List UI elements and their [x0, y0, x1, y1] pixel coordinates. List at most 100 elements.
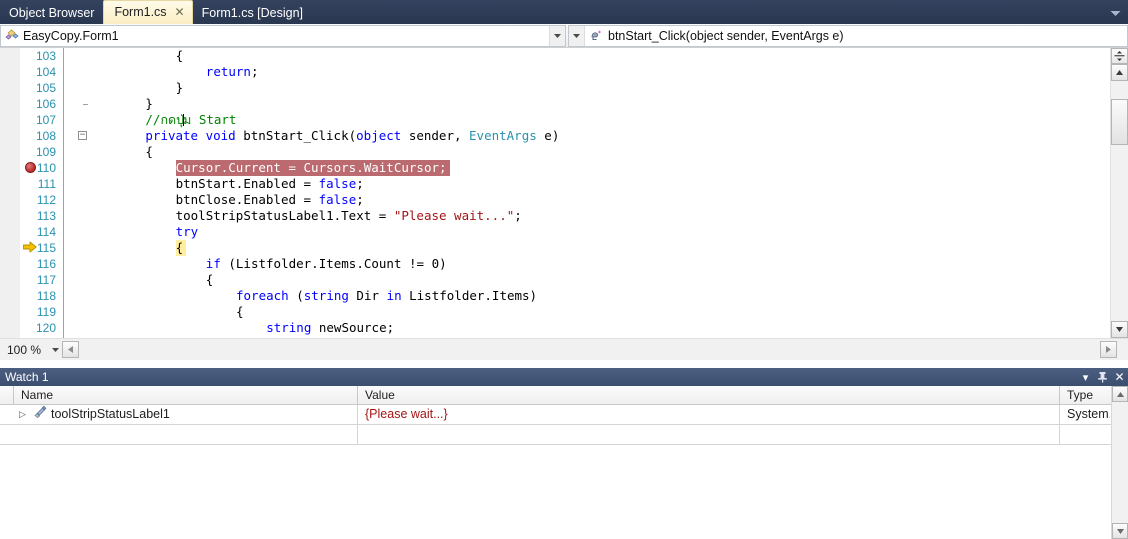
code-token: {: [206, 272, 214, 287]
watch-window-menu-icon[interactable]: ▾: [1077, 368, 1094, 386]
table-row[interactable]: ▷toolStripStatusLabel1{Please wait...}Sy…: [0, 405, 1128, 425]
watch-vertical-scrollbar[interactable]: [1111, 386, 1128, 539]
class-dropdown[interactable]: EasyCopy.Form1: [0, 25, 566, 47]
code-editor[interactable]: 103{104return;105}106}107//กดปุ่ม Start1…: [0, 48, 1128, 338]
member-dropdown-arrow-icon[interactable]: [569, 26, 585, 46]
pin-icon[interactable]: [1094, 368, 1111, 386]
table-row[interactable]: [0, 425, 1128, 445]
code-token: newSource;: [311, 320, 394, 335]
editor-indicator-margin[interactable]: [0, 48, 20, 338]
scroll-down-button[interactable]: [1111, 321, 1128, 338]
watch-row-gutter: [0, 425, 14, 444]
watch-cell-name[interactable]: [14, 425, 358, 444]
watch-cell-type: System.\: [1060, 405, 1110, 424]
code-line[interactable]: 120string newSource;: [20, 320, 1110, 336]
code-line[interactable]: 119{: [20, 304, 1110, 320]
code-token: string: [266, 320, 311, 335]
code-text: {: [176, 240, 184, 256]
tab-form1-cs-design[interactable]: Form1.cs [Design]: [193, 2, 312, 24]
code-line[interactable]: 108−private void btnStart_Click(object s…: [20, 128, 1110, 144]
class-dropdown-value-wrap: EasyCopy.Form1: [1, 28, 549, 45]
editor-vertical-scrollbar[interactable]: [1110, 48, 1128, 338]
zoom-dropdown-arrow-icon[interactable]: [48, 348, 62, 352]
close-icon[interactable]: ✕: [1111, 368, 1128, 386]
code-line[interactable]: 118 foreach (string Dir in Listfolder.Ite…: [20, 288, 1110, 304]
code-token: object: [356, 128, 401, 143]
code-text: private void btnStart_Click(object sende…: [145, 128, 559, 144]
code-line[interactable]: 109{: [20, 144, 1110, 160]
close-icon[interactable]: ✕: [173, 1, 185, 24]
member-dropdown-value-wrap: btnStart_Click(object sender, EventArgs …: [585, 28, 1127, 45]
code-token: }: [176, 80, 184, 95]
code-text: //กดปุ่ม Start: [145, 112, 236, 128]
watch-grid-header: Name Value Type: [0, 386, 1128, 405]
scroll-left-button[interactable]: [62, 341, 79, 358]
tab-form1-cs[interactable]: Form1.cs ✕: [103, 0, 192, 24]
expand-triangle-icon[interactable]: ▷: [16, 405, 29, 424]
chevron-down-icon[interactable]: [1102, 2, 1128, 24]
code-line[interactable]: 105}: [20, 80, 1110, 96]
watch-scroll-up-button[interactable]: [1112, 386, 1128, 402]
code-line[interactable]: 107 //กดปุ่ม Start: [20, 112, 1110, 128]
code-line[interactable]: 117 {: [20, 272, 1110, 288]
code-token: "Please wait...": [394, 208, 514, 223]
code-text: toolStripStatusLabel1.Text = "Please wai…: [176, 208, 522, 224]
editor-split-handle[interactable]: [1111, 48, 1128, 64]
code-token: in: [387, 288, 402, 303]
code-line[interactable]: 114try: [20, 224, 1110, 240]
watch-column-type[interactable]: Type: [1060, 386, 1110, 404]
code-line[interactable]: 112btnClose.Enabled = false;: [20, 192, 1110, 208]
code-token: (Listfolder.Items.Count !=: [221, 256, 432, 271]
watch-column-value[interactable]: Value: [358, 386, 1060, 404]
code-token: 0: [432, 256, 440, 271]
method-icon: [589, 28, 604, 45]
class-dropdown-arrow-icon[interactable]: [549, 26, 565, 46]
document-tab-strip: Object Browser Form1.cs ✕ Form1.cs [Desi…: [0, 0, 1128, 24]
watch-cell-value[interactable]: [358, 425, 1060, 444]
code-lines-container[interactable]: 103{104return;105}106}107//กดปุ่ม Start1…: [20, 48, 1110, 338]
scroll-right-button[interactable]: [1100, 341, 1117, 358]
zoom-level-value: 100 %: [4, 343, 48, 357]
line-number: 109: [20, 144, 56, 160]
code-token: {: [176, 48, 184, 63]
code-line[interactable]: 103{: [20, 48, 1110, 64]
line-number: 105: [20, 80, 56, 96]
line-number: 114: [20, 224, 56, 240]
editor-scrollbar-thumb[interactable]: [1111, 99, 1128, 145]
watch-grid[interactable]: Name Value Type ▷toolStripStatusLabel1{P…: [0, 386, 1128, 539]
line-number: 118: [20, 288, 56, 304]
code-text: {: [176, 48, 184, 64]
outline-collapse-icon[interactable]: −: [78, 131, 87, 140]
line-number: 117: [20, 272, 56, 288]
member-dropdown-value: btnStart_Click(object sender, EventArgs …: [608, 29, 844, 43]
code-token: //กดป: [145, 112, 184, 127]
code-token: void: [206, 128, 236, 143]
zoom-level-dropdown[interactable]: 100 %: [4, 341, 62, 359]
watch-panel-titlebar[interactable]: Watch 1 ▾ ✕: [0, 368, 1128, 386]
code-line[interactable]: 106}: [20, 96, 1110, 112]
code-text: foreach (string Dir in Listfolder.Items): [236, 288, 537, 304]
code-line[interactable]: 104return;: [20, 64, 1110, 80]
member-dropdown[interactable]: btnStart_Click(object sender, EventArgs …: [568, 25, 1128, 47]
watch-column-name[interactable]: Name: [14, 386, 358, 404]
watch-scroll-down-button[interactable]: [1112, 523, 1128, 539]
code-line[interactable]: 116if (Listfolder.Items.Count != 0): [20, 256, 1110, 272]
editor-horizontal-scrollbar-track[interactable]: [79, 341, 1100, 358]
code-token: false: [319, 176, 357, 191]
code-text: {: [206, 272, 214, 288]
code-text: return;: [206, 64, 259, 80]
code-token: false: [319, 192, 357, 207]
code-token: btnStart_Click(: [236, 128, 356, 143]
code-line[interactable]: 113toolStripStatusLabel1.Text = "Please …: [20, 208, 1110, 224]
code-line[interactable]: 115{: [20, 240, 1110, 256]
code-line[interactable]: 111btnStart.Enabled = false;: [20, 176, 1110, 192]
watch-cell-value[interactable]: {Please wait...}: [358, 405, 1060, 424]
scroll-up-button[interactable]: [1111, 64, 1128, 81]
class-icon: [5, 28, 19, 45]
code-text: }: [145, 96, 153, 112]
tab-object-browser[interactable]: Object Browser: [0, 2, 103, 24]
code-token: sender,: [401, 128, 469, 143]
code-line[interactable]: 110Cursor.Current = Cursors.WaitCursor;: [20, 160, 1110, 176]
line-number: 107: [20, 112, 56, 128]
watch-cell-name[interactable]: ▷toolStripStatusLabel1: [14, 405, 358, 424]
